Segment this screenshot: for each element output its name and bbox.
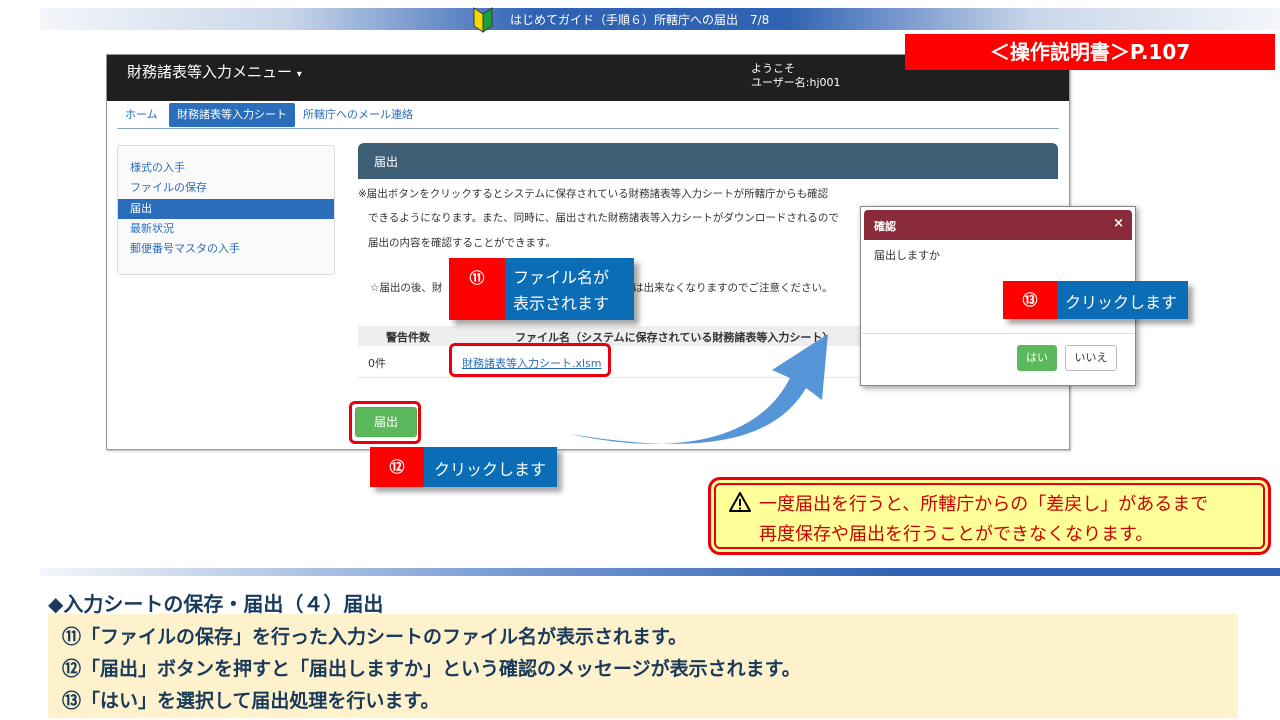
note-line-3: 届出の内容を確認することができます。 bbox=[368, 237, 556, 249]
sidebar: 様式の入手 ファイルの保存 届出 最新状況 郵便番号マスタの入手 bbox=[117, 145, 335, 275]
step-11: ⑪「ファイルの保存」を行った入力シートのファイル名が表示されます。 bbox=[62, 626, 688, 648]
manual-reference: ＜操作説明書＞P.107 bbox=[905, 34, 1275, 70]
note-line-2: できるようになります。また、同時に、届出された財務諸表等入力シートがダウンロード… bbox=[368, 212, 839, 224]
dialog-title: 確認 bbox=[874, 220, 896, 233]
dialog-divider bbox=[861, 333, 1135, 334]
dialog-message: 届出しますか bbox=[874, 249, 940, 262]
callout-11-line2: 表示されます bbox=[513, 294, 610, 313]
callout-13-number: ⑬ bbox=[1003, 281, 1057, 319]
section-divider bbox=[40, 568, 1280, 576]
callout-12-text: クリックします bbox=[434, 460, 547, 479]
welcome-text: ようこそ bbox=[751, 62, 795, 75]
welcome-user: ようこそ ユーザー名:hj001 bbox=[751, 62, 841, 90]
callout-11-line1: ファイル名が bbox=[513, 268, 610, 287]
beginner-mark-icon bbox=[473, 7, 493, 33]
chevron-down-icon: ▾ bbox=[296, 69, 302, 80]
sidebar-item-status[interactable]: 最新状況 bbox=[118, 219, 334, 239]
no-button[interactable]: いいえ bbox=[1065, 345, 1117, 371]
highlight-submit-button bbox=[349, 401, 421, 444]
panel-header: 届出 bbox=[358, 143, 1058, 179]
guide-step-title: はじめてガイド（手順６）所轄庁への届出 7/8 bbox=[510, 13, 770, 27]
app-title-text: 財務諸表等入力メニュー bbox=[127, 63, 293, 81]
note-line-1: ※届出ボタンをクリックするとシステムに保存されている財務諸表等入力シートが所轄庁… bbox=[358, 188, 829, 200]
warning-line-1: 一度届出を行うと、所轄庁からの「差戻し」があるまで bbox=[759, 494, 1209, 515]
note-line-4-start: ☆届出の後、財 bbox=[370, 282, 443, 294]
dialog-header: 確認 × bbox=[864, 210, 1132, 240]
steps-box: ⑪「ファイルの保存」を行った入力シートのファイル名が表示されます。 ⑫「届出」ボ… bbox=[48, 614, 1238, 718]
panel-title: 届出 bbox=[374, 155, 399, 169]
sidebar-item-templates[interactable]: 様式の入手 bbox=[118, 158, 334, 178]
callout-13: ⑬ クリックします bbox=[1003, 281, 1188, 319]
warning-line-2: 再度保存や届出を行うことができなくなります。 bbox=[759, 524, 1154, 545]
warning-icon bbox=[729, 492, 751, 512]
callout-12-number: ⑫ bbox=[370, 447, 424, 487]
warning-count: 0件 bbox=[368, 357, 386, 370]
step-13: ⑬「はい」を選択して届出処理を行います。 bbox=[62, 690, 440, 712]
sidebar-item-submit[interactable]: 届出 bbox=[118, 199, 334, 219]
username-text: ユーザー名:hj001 bbox=[751, 76, 841, 89]
sidebar-item-save[interactable]: ファイルの保存 bbox=[118, 178, 334, 198]
section-title: ◆入力シートの保存・届出（４）届出 bbox=[48, 592, 384, 616]
yes-button[interactable]: はい bbox=[1017, 345, 1057, 371]
nav-home[interactable]: ホーム bbox=[125, 103, 158, 127]
warning-box: 一度届出を行うと、所轄庁からの「差戻し」があるまで 再度保存や届出を行うことがで… bbox=[708, 477, 1271, 555]
step-12: ⑫「届出」ボタンを押すと「届出しますか」という確認のメッセージが表示されます。 bbox=[62, 658, 801, 680]
callout-11: ⑪ ファイル名が 表示されます bbox=[449, 258, 634, 320]
app-menu-title[interactable]: 財務諸表等入力メニュー ▾ bbox=[127, 61, 302, 82]
close-icon[interactable]: × bbox=[1113, 216, 1124, 231]
nav-bar: ホーム 財務諸表等入力シート 所轄庁へのメール連絡 bbox=[117, 103, 1059, 129]
arrow-icon bbox=[570, 334, 828, 444]
callout-13-text: クリックします bbox=[1065, 293, 1178, 312]
callout-11-number: ⑪ bbox=[449, 258, 505, 320]
nav-mail[interactable]: 所轄庁へのメール連絡 bbox=[303, 103, 413, 127]
note-line-4-end: は出来なくなりますのでご注意ください。 bbox=[633, 282, 833, 294]
sidebar-item-postal-master[interactable]: 郵便番号マスタの入手 bbox=[118, 239, 334, 259]
nav-input-sheet[interactable]: 財務諸表等入力シート bbox=[169, 103, 295, 127]
callout-12: ⑫ クリックします bbox=[370, 447, 557, 487]
column-warnings: 警告件数 bbox=[386, 331, 430, 344]
